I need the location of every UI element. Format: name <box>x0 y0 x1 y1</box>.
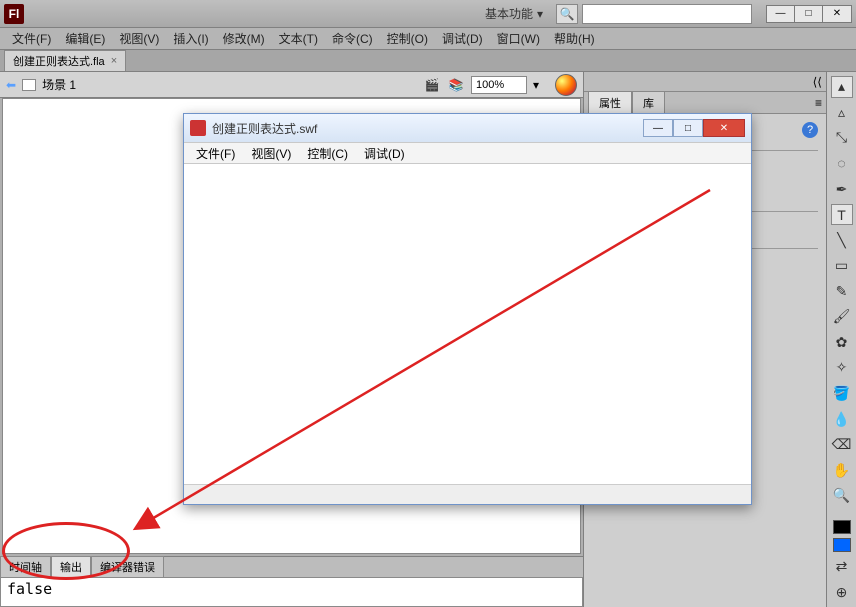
swf-menu-debug[interactable]: 调试(D) <box>358 143 411 164</box>
menu-insert[interactable]: 插入(I) <box>167 28 214 49</box>
pen-tool[interactable]: ✒ <box>831 178 853 200</box>
menu-window[interactable]: 窗口(W) <box>491 28 546 49</box>
swf-app-icon <box>190 120 206 136</box>
document-tab-close-icon[interactable]: × <box>111 55 117 67</box>
eyedropper-tool[interactable]: 💧 <box>831 408 853 430</box>
edit-symbols-icon[interactable]: 📚 <box>447 76 465 94</box>
snap-icon[interactable]: ⊕ <box>831 581 853 603</box>
lasso-tool[interactable]: ◌ <box>831 153 853 175</box>
menu-debug[interactable]: 调试(D) <box>436 28 489 49</box>
tab-timeline[interactable]: 时间轴 <box>0 556 51 577</box>
text-tool[interactable]: T <box>831 204 853 226</box>
tab-output[interactable]: 输出 <box>51 556 91 577</box>
swf-close-button[interactable]: ✕ <box>703 119 745 137</box>
stroke-color-swatch[interactable] <box>833 520 851 534</box>
tab-library[interactable]: 库 <box>632 91 665 115</box>
menu-help[interactable]: 帮助(H) <box>548 28 601 49</box>
zoom-field[interactable] <box>471 76 527 94</box>
menu-edit[interactable]: 编辑(E) <box>59 28 111 49</box>
swf-minimize-button[interactable]: — <box>643 119 673 137</box>
eraser-tool[interactable]: ⌫ <box>831 434 853 456</box>
menu-view[interactable]: 视图(V) <box>113 28 165 49</box>
bone-tool[interactable]: ✧ <box>831 357 853 379</box>
menu-text[interactable]: 文本(T) <box>273 28 324 49</box>
edit-scene-icon[interactable]: 🎬 <box>423 76 441 94</box>
rectangle-tool[interactable]: ▭ <box>831 255 853 277</box>
search-input[interactable] <box>582 4 752 24</box>
workspace-dropdown[interactable]: 基本功能 ▾ <box>478 2 550 25</box>
swap-colors-icon[interactable]: ⇄ <box>831 556 853 578</box>
main-menubar: 文件(F) 编辑(E) 视图(V) 插入(I) 修改(M) 文本(T) 命令(C… <box>0 28 856 50</box>
swf-menu-control[interactable]: 控制(C) <box>301 143 354 164</box>
deco-tool[interactable]: ✿ <box>831 332 853 354</box>
subselection-tool[interactable]: ▵ <box>831 102 853 124</box>
window-minimize-button[interactable]: — <box>767 6 795 22</box>
document-tab[interactable]: 创建正则表达式.fla × <box>4 50 126 71</box>
swf-stage <box>184 164 751 484</box>
app-logo: Fl <box>4 4 24 24</box>
swf-window-title: 创建正则表达式.swf <box>212 120 637 137</box>
paint-bucket-tool[interactable]: 🪣 <box>831 383 853 405</box>
help-icon[interactable]: ? <box>802 122 818 138</box>
menu-modify[interactable]: 修改(M) <box>217 28 271 49</box>
scene-icon <box>22 79 36 91</box>
search-button[interactable]: 🔍 <box>556 4 578 24</box>
swf-maximize-button[interactable]: □ <box>673 119 703 137</box>
menu-file[interactable]: 文件(F) <box>6 28 57 49</box>
output-panel: false <box>0 577 583 607</box>
pencil-tool[interactable]: ✎ <box>831 281 853 303</box>
swf-menu-view[interactable]: 视图(V) <box>245 143 297 164</box>
swf-player-window[interactable]: 创建正则表达式.swf — □ ✕ 文件(F) 视图(V) 控制(C) 调试(D… <box>183 113 752 505</box>
palette-button[interactable] <box>555 74 577 96</box>
zoom-tool[interactable]: 🔍 <box>831 485 853 507</box>
zoom-chevron-icon[interactable]: ▾ <box>533 78 539 92</box>
tools-panel: ▴ ▵ ⤡ ◌ ✒ T ╲ ▭ ✎ 🖌 ✿ ✧ 🪣 💧 ⌫ ✋ 🔍 ⇄ ⊕ <box>826 72 856 607</box>
hand-tool[interactable]: ✋ <box>831 459 853 481</box>
line-tool[interactable]: ╲ <box>831 229 853 251</box>
free-transform-tool[interactable]: ⤡ <box>831 127 853 149</box>
back-icon[interactable]: ⬅ <box>6 78 16 92</box>
swf-statusbar <box>184 484 751 504</box>
document-tab-title: 创建正则表达式.fla <box>13 53 105 69</box>
window-maximize-button[interactable]: □ <box>795 6 823 22</box>
panel-menu-icon[interactable]: ≡ <box>815 96 822 110</box>
swf-menu-file[interactable]: 文件(F) <box>190 143 241 164</box>
window-close-button[interactable]: ✕ <box>823 6 851 22</box>
dock-collapse-icon[interactable]: ⟨⟨ <box>813 75 822 89</box>
tab-compiler-errors[interactable]: 编译器错误 <box>91 556 164 577</box>
brush-tool[interactable]: 🖌 <box>831 306 853 328</box>
menu-control[interactable]: 控制(O) <box>381 28 434 49</box>
workspace-label: 基本功能 <box>485 5 533 22</box>
search-icon: 🔍 <box>560 7 575 21</box>
fill-color-swatch[interactable] <box>833 538 851 552</box>
menu-commands[interactable]: 命令(C) <box>326 28 379 49</box>
scene-name: 场景 1 <box>42 76 76 93</box>
selection-tool[interactable]: ▴ <box>831 76 853 98</box>
output-text: false <box>7 580 52 598</box>
chevron-down-icon: ▾ <box>537 7 543 21</box>
tab-properties[interactable]: 属性 <box>588 91 632 115</box>
